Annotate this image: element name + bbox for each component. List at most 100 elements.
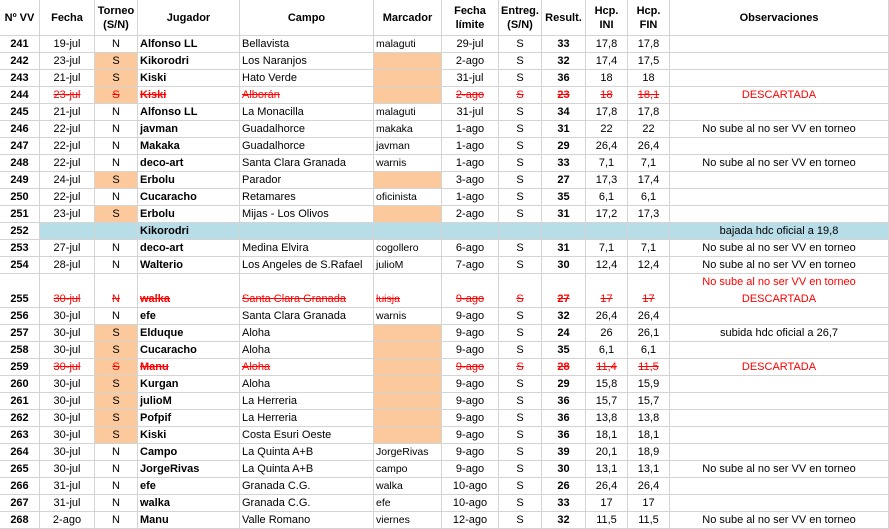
cell-ini[interactable]: 15,7 bbox=[586, 393, 628, 410]
cell-result[interactable]: 29 bbox=[542, 376, 586, 393]
cell-jugador[interactable]: julioM bbox=[138, 393, 240, 410]
cell-result[interactable]: 28 bbox=[542, 359, 586, 376]
cell-marcador[interactable] bbox=[374, 206, 442, 223]
cell-entreg[interactable]: S bbox=[499, 87, 542, 104]
cell-ini[interactable]: 12,4 bbox=[586, 257, 628, 274]
cell-n[interactable]: 257 bbox=[0, 325, 40, 342]
cell-limite[interactable]: 12-ago bbox=[442, 512, 499, 529]
cell-limite[interactable]: 9-ago bbox=[442, 410, 499, 427]
cell-ini[interactable]: 13,1 bbox=[586, 461, 628, 478]
cell-entreg[interactable]: S bbox=[499, 70, 542, 87]
cell-fin[interactable]: 26,1 bbox=[628, 325, 670, 342]
cell-marcador[interactable] bbox=[374, 376, 442, 393]
header-limite[interactable]: Fecha límite bbox=[442, 0, 499, 36]
cell-jugador[interactable]: Kikorodri bbox=[138, 53, 240, 70]
cell-fecha[interactable]: 30-jul bbox=[40, 325, 95, 342]
cell-entreg[interactable]: S bbox=[499, 512, 542, 529]
header-result[interactable]: Result. bbox=[542, 0, 586, 36]
cell-n[interactable]: 241 bbox=[0, 36, 40, 53]
cell-fin[interactable]: 12,4 bbox=[628, 257, 670, 274]
cell-obs[interactable] bbox=[670, 444, 889, 461]
cell-obs[interactable]: No sube al no ser VV en torneo bbox=[670, 257, 889, 274]
cell-n[interactable]: 267 bbox=[0, 495, 40, 512]
cell-marcador[interactable]: malaguti bbox=[374, 36, 442, 53]
cell-marcador[interactable]: cogollero bbox=[374, 240, 442, 257]
cell-fecha[interactable]: 31-jul bbox=[40, 478, 95, 495]
cell-fin[interactable]: 26,4 bbox=[628, 308, 670, 325]
cell-fin[interactable]: 17 bbox=[628, 495, 670, 512]
cell-result[interactable]: 34 bbox=[542, 104, 586, 121]
cell-campo[interactable]: Los Naranjos bbox=[240, 53, 374, 70]
cell-fin[interactable]: 13,8 bbox=[628, 410, 670, 427]
cell-entreg[interactable]: S bbox=[499, 410, 542, 427]
cell-fecha[interactable]: 30-jul bbox=[40, 274, 95, 308]
cell-entreg[interactable]: S bbox=[499, 240, 542, 257]
cell-fin[interactable]: 7,1 bbox=[628, 155, 670, 172]
cell-ini[interactable]: 11,5 bbox=[586, 512, 628, 529]
cell-fin[interactable]: 13,1 bbox=[628, 461, 670, 478]
cell-obs[interactable] bbox=[670, 104, 889, 121]
cell-entreg[interactable]: S bbox=[499, 308, 542, 325]
cell-campo[interactable]: Santa Clara Granada bbox=[240, 308, 374, 325]
cell-ini[interactable]: 17,8 bbox=[586, 36, 628, 53]
cell-limite[interactable]: 9-ago bbox=[442, 359, 499, 376]
cell-obs[interactable]: bajada hdc oficial a 19,8 bbox=[670, 223, 889, 240]
cell-n[interactable]: 243 bbox=[0, 70, 40, 87]
cell-marcador[interactable]: malaguti bbox=[374, 104, 442, 121]
cell-ini[interactable]: 7,1 bbox=[586, 155, 628, 172]
cell-result[interactable]: 31 bbox=[542, 121, 586, 138]
cell-result[interactable]: 33 bbox=[542, 495, 586, 512]
cell-fecha[interactable]: 21-jul bbox=[40, 70, 95, 87]
cell-campo[interactable]: Aloha bbox=[240, 359, 374, 376]
cell-limite[interactable]: 9-ago bbox=[442, 376, 499, 393]
cell-ini[interactable]: 17 bbox=[586, 274, 628, 308]
cell-campo[interactable]: Santa Clara Granada bbox=[240, 274, 374, 308]
cell-n[interactable]: 255 bbox=[0, 274, 40, 308]
cell-campo[interactable]: La Monacilla bbox=[240, 104, 374, 121]
cell-n[interactable]: 254 bbox=[0, 257, 40, 274]
cell-obs[interactable] bbox=[670, 308, 889, 325]
cell-torneo[interactable]: N bbox=[95, 308, 138, 325]
cell-result[interactable]: 30 bbox=[542, 461, 586, 478]
cell-ini[interactable]: 18 bbox=[586, 70, 628, 87]
cell-result[interactable]: 27 bbox=[542, 274, 586, 308]
cell-obs[interactable]: DESCARTADA bbox=[670, 87, 889, 104]
cell-fecha[interactable]: 30-jul bbox=[40, 410, 95, 427]
header-fin[interactable]: Hcp. FIN bbox=[628, 0, 670, 36]
cell-fecha[interactable]: 27-jul bbox=[40, 240, 95, 257]
cell-result[interactable]: 36 bbox=[542, 70, 586, 87]
cell-n[interactable]: 246 bbox=[0, 121, 40, 138]
cell-torneo[interactable]: S bbox=[95, 53, 138, 70]
cell-result[interactable]: 36 bbox=[542, 393, 586, 410]
cell-jugador[interactable]: Campo bbox=[138, 444, 240, 461]
cell-marcador[interactable]: viernes bbox=[374, 512, 442, 529]
cell-result[interactable]: 39 bbox=[542, 444, 586, 461]
cell-marcador[interactable]: oficinista bbox=[374, 189, 442, 206]
cell-jugador[interactable]: Cucaracho bbox=[138, 342, 240, 359]
cell-ini[interactable]: 26,4 bbox=[586, 308, 628, 325]
cell-n[interactable]: 260 bbox=[0, 376, 40, 393]
header-torneo[interactable]: Torneo (S/N) bbox=[95, 0, 138, 36]
cell-torneo[interactable]: N bbox=[95, 155, 138, 172]
cell-jugador[interactable]: Kurgan bbox=[138, 376, 240, 393]
cell-torneo[interactable]: N bbox=[95, 36, 138, 53]
cell-result[interactable]: 32 bbox=[542, 53, 586, 70]
cell-entreg[interactable]: S bbox=[499, 189, 542, 206]
cell-limite[interactable]: 9-ago bbox=[442, 274, 499, 308]
cell-entreg[interactable]: S bbox=[499, 104, 542, 121]
cell-marcador[interactable]: warnis bbox=[374, 308, 442, 325]
cell-entreg[interactable]: S bbox=[499, 206, 542, 223]
cell-obs[interactable] bbox=[670, 427, 889, 444]
cell-n[interactable]: 251 bbox=[0, 206, 40, 223]
cell-result[interactable]: 32 bbox=[542, 512, 586, 529]
cell-torneo[interactable]: S bbox=[95, 172, 138, 189]
cell-campo[interactable]: Mijas - Los Olivos bbox=[240, 206, 374, 223]
cell-entreg[interactable]: S bbox=[499, 257, 542, 274]
cell-limite[interactable]: 7-ago bbox=[442, 257, 499, 274]
cell-entreg[interactable]: S bbox=[499, 172, 542, 189]
cell-fecha[interactable]: 24-jul bbox=[40, 172, 95, 189]
cell-fecha[interactable]: 22-jul bbox=[40, 138, 95, 155]
cell-n[interactable]: 258 bbox=[0, 342, 40, 359]
cell-obs[interactable]: No sube al no ser VV en torneo bbox=[670, 240, 889, 257]
cell-ini[interactable]: 17,4 bbox=[586, 53, 628, 70]
